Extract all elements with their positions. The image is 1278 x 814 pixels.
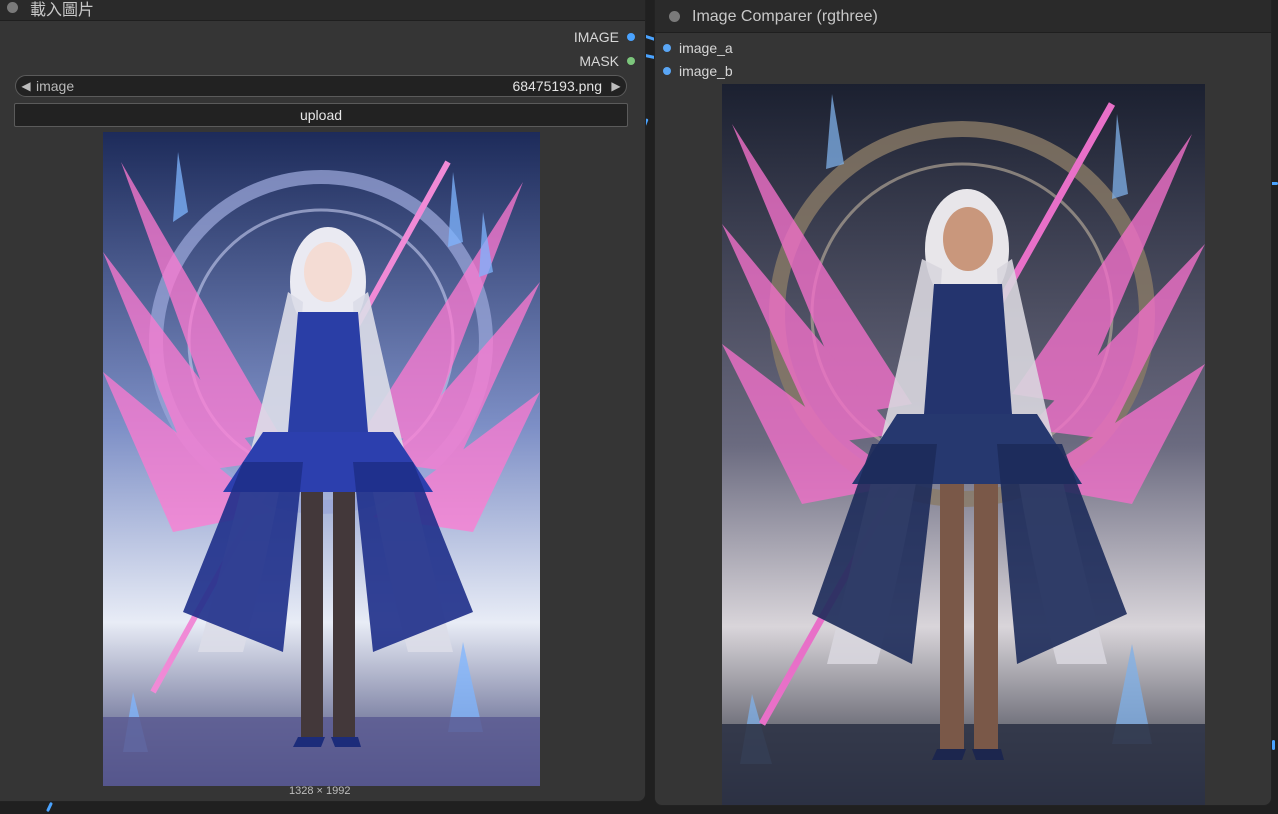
image-comparer-node-header[interactable]: Image Comparer (rgthree) [655, 0, 1271, 33]
slot-label: image_b [679, 63, 733, 79]
combo-value: 68475193.png [512, 78, 602, 94]
link-wire [1272, 740, 1275, 750]
input-slot-image-a[interactable]: image_a [663, 40, 733, 56]
slot-label: image_a [679, 40, 733, 56]
output-slot-image[interactable]: IMAGE [574, 29, 635, 45]
image-preview [103, 132, 540, 786]
image-preview-art [103, 132, 540, 786]
image-size-caption: 1328 × 1992 [289, 785, 351, 797]
upload-button[interactable]: upload [14, 103, 628, 127]
slot-dot-icon[interactable] [627, 33, 635, 41]
collapse-dot-icon[interactable] [7, 2, 18, 13]
load-image-node-header[interactable]: 載入圖片 [0, 0, 645, 21]
slot-dot-icon[interactable] [627, 57, 635, 65]
input-slot-image-b[interactable]: image_b [663, 63, 733, 79]
output-slot-mask[interactable]: MASK [579, 53, 635, 69]
arrow-right-icon[interactable]: ▶ [606, 79, 626, 93]
image-comparer-node[interactable]: Image Comparer (rgthree) image_a image_b [654, 0, 1272, 806]
slot-dot-icon[interactable] [663, 44, 671, 52]
slot-dot-icon[interactable] [663, 67, 671, 75]
collapse-dot-icon[interactable] [669, 11, 680, 22]
slot-label: MASK [579, 53, 619, 69]
slot-label: IMAGE [573, 29, 619, 45]
arrow-left-icon[interactable]: ◀ [16, 79, 36, 93]
comparison-image-art [722, 84, 1205, 805]
node-title: 載入圖片 [30, 1, 95, 19]
node-title: Image Comparer (rgthree) [692, 7, 878, 25]
load-image-node[interactable]: 載入圖片 IMAGE MASK ◀ image 68475193.png ▶ u… [0, 0, 646, 802]
combo-label: image [36, 78, 75, 94]
image-combo-widget[interactable]: ◀ image 68475193.png ▶ [15, 75, 627, 97]
comparison-image-preview[interactable] [722, 84, 1205, 805]
